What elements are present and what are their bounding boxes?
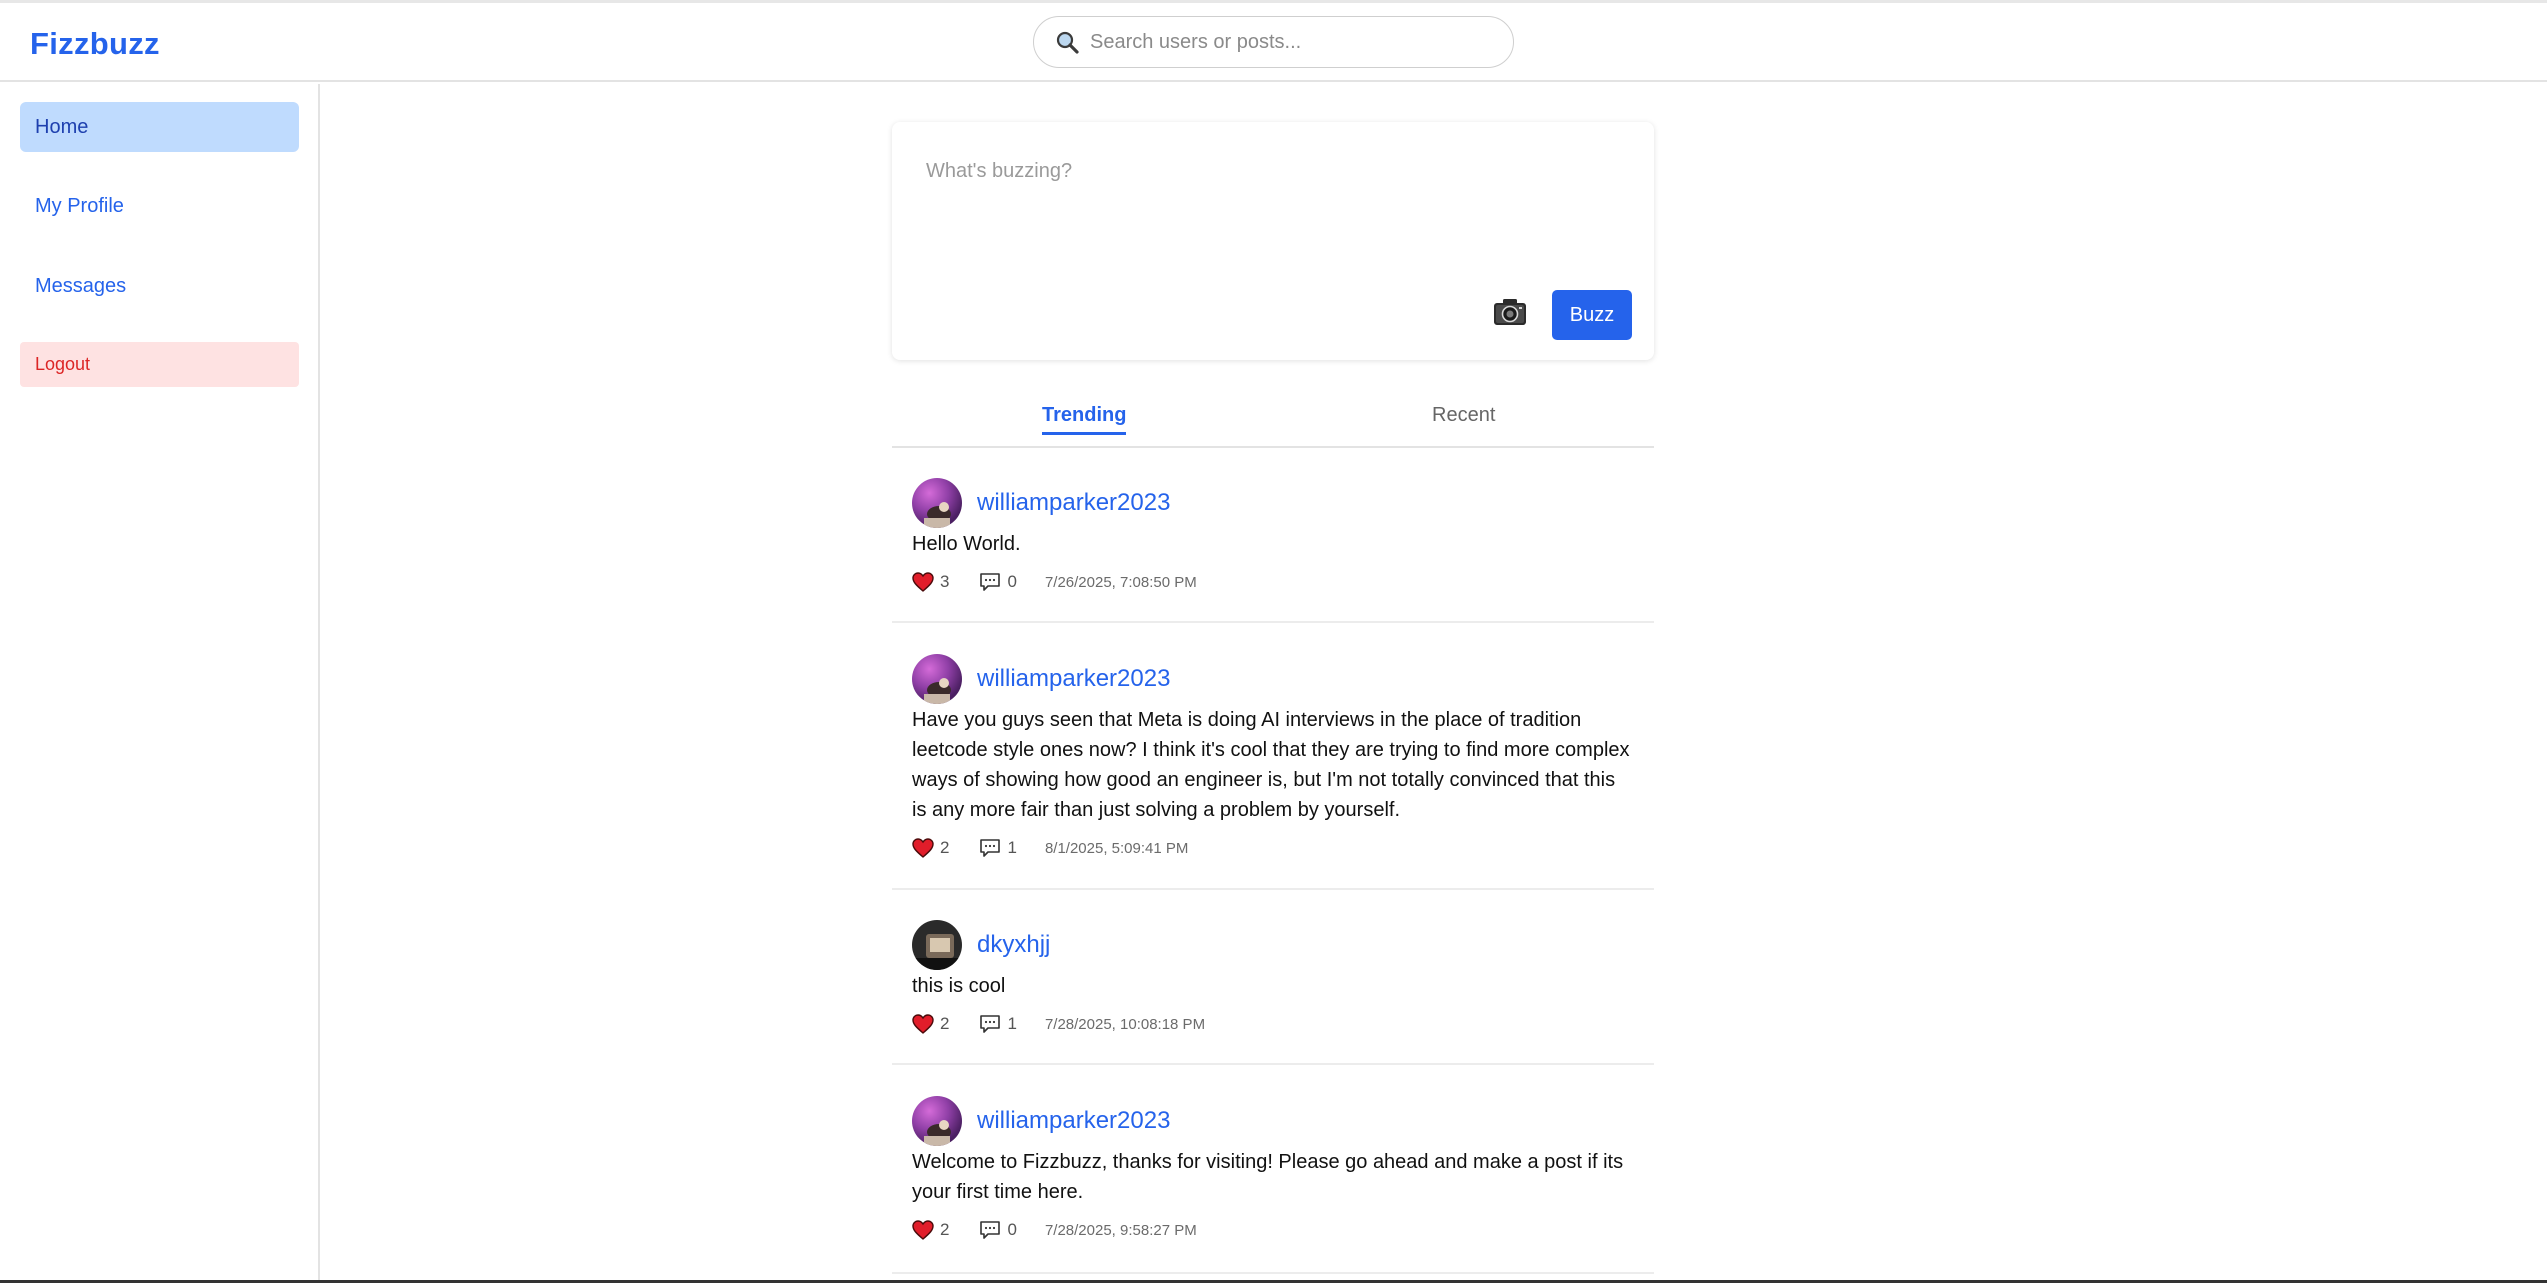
search-icon [1056,31,1079,54]
comment-button[interactable]: 0 [979,1220,1017,1240]
comment-count: 1 [1007,838,1017,857]
like-count: 2 [940,1220,950,1239]
like-count: 3 [940,572,950,591]
comment-count: 1 [1007,1014,1017,1033]
user-avatar[interactable] [912,1096,962,1146]
sidebar-item-messages[interactable]: Messages [20,261,299,311]
top-header: Fizzbuzz [0,3,2547,82]
post-text: this is cool [912,975,1006,997]
like-button[interactable]: 2 [912,1014,949,1034]
post-composer: Buzz [892,122,1654,360]
comment-button[interactable]: 0 [979,572,1017,592]
post-timestamp: 8/1/2025, 5:09:41 PM [1044,839,1189,857]
post-text: Welcome to Fizzbuzz, thanks for visiting… [912,1151,1624,1203]
tab-trending[interactable]: Trending [1042,404,1127,435]
user-avatar[interactable] [912,654,962,704]
comment-icon [980,1221,1001,1239]
post-header: dkyxhjj [912,920,1050,970]
heart-icon [912,1220,934,1240]
user-avatar[interactable] [912,920,962,970]
comment-count: 0 [1007,1220,1017,1239]
post-meta: 2 1 7/28/2025, 10:08:18 PM [912,1012,1205,1036]
post-card: williamparker2023 Hello World. 3 0 7/26/… [892,478,1654,623]
app-logo[interactable]: Fizzbuzz [30,26,160,62]
comment-icon [980,1015,1001,1033]
comment-count: 0 [1007,572,1017,591]
tab-recent[interactable]: Recent [1432,404,1495,432]
post-username[interactable]: williamparker2023 [977,665,1170,693]
post-header: williamparker2023 [912,654,1170,704]
like-button[interactable]: 2 [912,838,949,858]
post-card: dkyxhjj this is cool 2 1 7/28/2025, 10:0… [892,920,1654,1065]
comment-button[interactable]: 1 [979,1014,1017,1034]
feed-tabs: Trending Recent [892,390,1654,448]
post-card: williamparker2023 Welcome to Fizzbuzz, t… [892,1096,1654,1274]
camera-icon[interactable] [1492,296,1528,328]
post-header: williamparker2023 [912,1096,1170,1146]
post-meta: 2 1 8/1/2025, 5:09:41 PM [912,836,1188,860]
search-input[interactable] [1090,30,1470,54]
post-input[interactable] [926,160,1626,270]
comment-icon [980,839,1001,857]
heart-icon [912,838,934,858]
comment-icon [980,573,1001,591]
comment-button[interactable]: 1 [979,838,1017,858]
like-count: 2 [940,838,950,857]
heart-icon [912,572,934,592]
post-card: williamparker2023 Have you guys seen tha… [892,654,1654,890]
post-header: williamparker2023 [912,478,1170,528]
heart-icon [912,1014,934,1034]
post-meta: 2 0 7/28/2025, 9:58:27 PM [912,1218,1197,1242]
like-button[interactable]: 2 [912,1220,949,1240]
post-text: Hello World. [912,533,1021,555]
post-timestamp: 7/26/2025, 7:08:50 PM [1044,573,1197,591]
user-avatar[interactable] [912,478,962,528]
post-text: Have you guys seen that Meta is doing AI… [912,709,1630,821]
post-username[interactable]: williamparker2023 [977,1107,1170,1135]
post-username[interactable]: dkyxhjj [977,931,1050,959]
sidebar-item-home[interactable]: Home [20,102,299,152]
post-timestamp: 7/28/2025, 10:08:18 PM [1044,1015,1206,1033]
buzz-button[interactable]: Buzz [1552,290,1632,340]
post-meta: 3 0 7/26/2025, 7:08:50 PM [912,570,1197,594]
sidebar: Home My Profile Messages Logout [0,84,320,1283]
post-timestamp: 7/28/2025, 9:58:27 PM [1044,1221,1197,1239]
post-username[interactable]: williamparker2023 [977,489,1170,517]
like-button[interactable]: 3 [912,572,949,592]
like-count: 2 [940,1014,950,1033]
logout-button[interactable]: Logout [20,342,299,387]
search-bar[interactable] [1033,16,1514,68]
sidebar-item-my-profile[interactable]: My Profile [20,181,299,231]
